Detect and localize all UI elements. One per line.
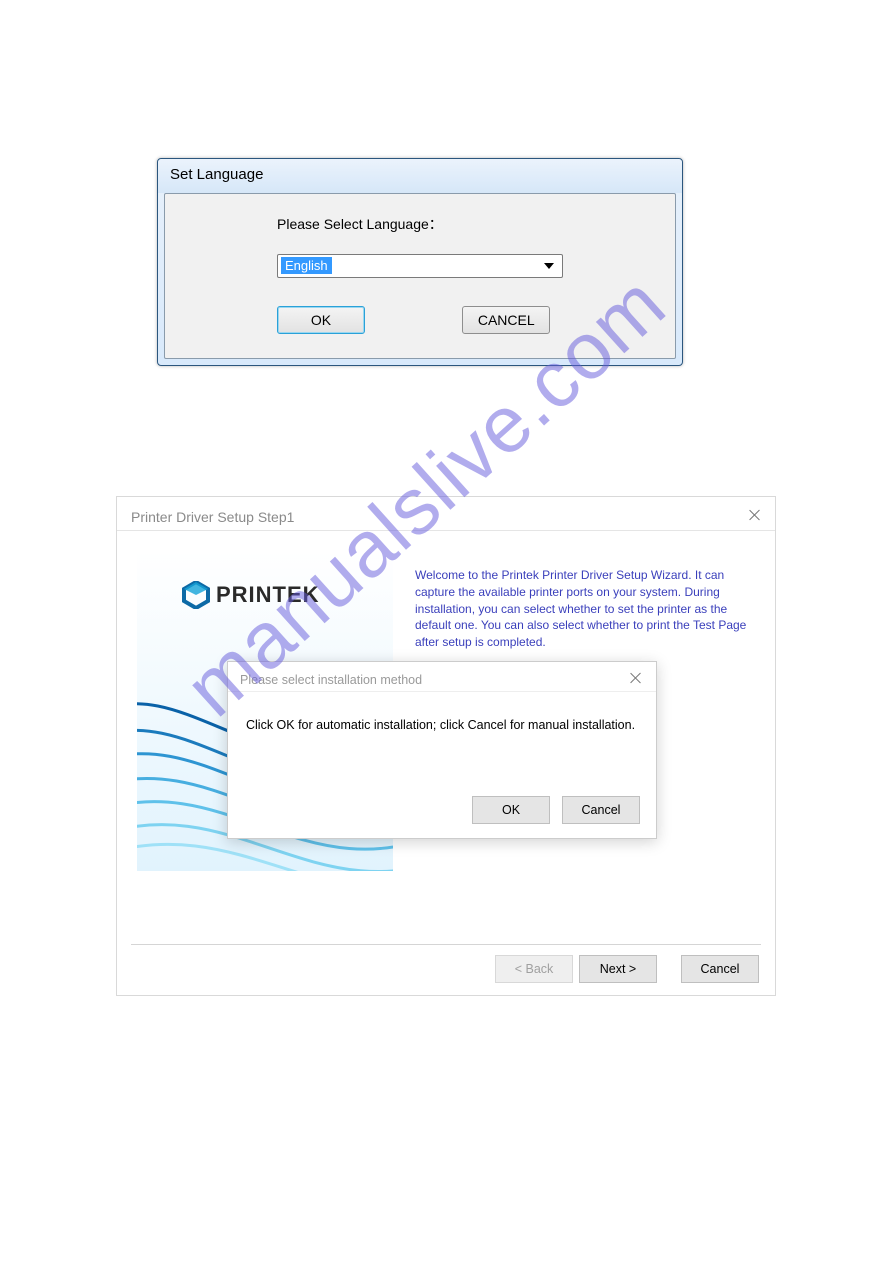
cancel-button[interactable]: Cancel — [681, 955, 759, 983]
ok-button[interactable]: OK — [277, 306, 365, 334]
language-select[interactable]: English — [277, 254, 563, 278]
printer-setup-dialog: Printer Driver Setup Step1 — [116, 496, 776, 996]
next-button[interactable]: Next > — [579, 955, 657, 983]
dialog-title: Set Language — [158, 159, 682, 193]
chevron-down-icon — [544, 263, 554, 269]
welcome-text: Welcome to the Printek Printer Driver Se… — [415, 567, 747, 651]
printek-logo-icon — [182, 581, 210, 609]
printek-logo-text: PRINTEK — [216, 582, 320, 608]
modal-titlebar: Please select installation method — [228, 662, 656, 692]
dialog-title: Printer Driver Setup Step1 — [131, 509, 294, 525]
ok-button[interactable]: OK — [472, 796, 550, 824]
set-language-dialog: Set Language Please Select Language： Eng… — [157, 158, 683, 366]
modal-message: Click OK for automatic installation; cli… — [228, 692, 656, 732]
close-icon[interactable] — [630, 672, 642, 684]
cancel-button[interactable]: CANCEL — [462, 306, 550, 334]
printek-logo: PRINTEK — [182, 581, 320, 609]
back-button: < Back — [495, 955, 573, 983]
separator — [131, 944, 761, 945]
language-selected-value: English — [281, 257, 332, 274]
close-icon[interactable] — [749, 509, 761, 521]
modal-title: Please select installation method — [240, 673, 422, 687]
cancel-button[interactable]: Cancel — [562, 796, 640, 824]
dialog-titlebar: Printer Driver Setup Step1 — [117, 497, 775, 531]
dialog-body: Please Select Language： English OK CANCE… — [164, 193, 676, 359]
language-label: Please Select Language： — [277, 214, 675, 234]
installation-method-modal: Please select installation method Click … — [227, 661, 657, 839]
